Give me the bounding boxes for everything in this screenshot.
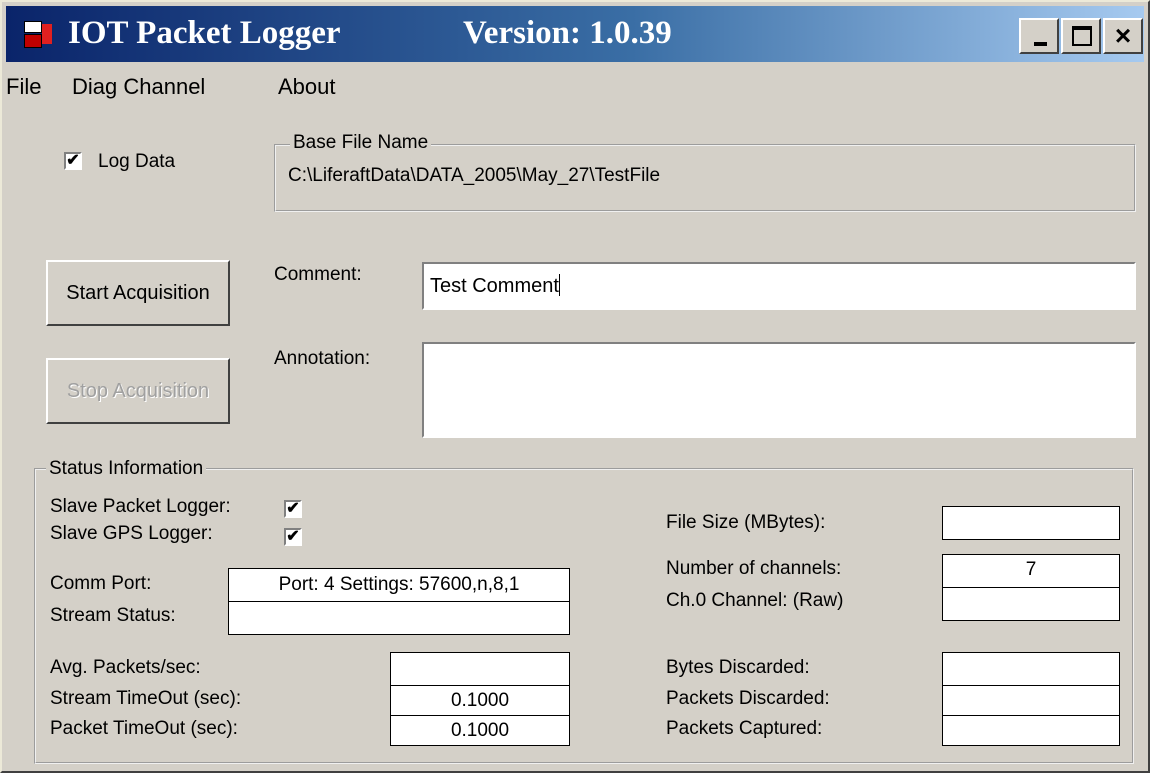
packet-timeout-label: Packet TimeOut (sec):	[50, 718, 238, 739]
text-caret	[558, 274, 560, 296]
slave-gps-logger-checkbox[interactable]: ✔	[284, 528, 302, 546]
bytes-discarded-label: Bytes Discarded:	[666, 657, 810, 678]
slave-packet-logger-label: Slave Packet Logger:	[50, 496, 231, 517]
stream-timeout-label: Stream TimeOut (sec):	[50, 688, 242, 709]
comment-label: Comment:	[274, 264, 362, 285]
menu-bar: File Diag Channel About	[6, 64, 1144, 104]
minimize-button[interactable]	[1019, 18, 1059, 54]
comment-input[interactable]: Test Comment	[422, 262, 1136, 310]
app-version: Version: 1.0.39	[463, 15, 672, 51]
comm-port-field: Port: 4 Settings: 57600,n,8,1	[228, 568, 570, 602]
stream-status-field	[228, 601, 570, 635]
avg-packets-field	[390, 652, 570, 686]
packets-discarded-field	[942, 685, 1120, 716]
packets-captured-field	[942, 715, 1120, 746]
annotation-label: Annotation:	[274, 348, 371, 369]
menu-about[interactable]: About	[278, 74, 336, 100]
base-file-title: Base File Name	[290, 132, 432, 154]
comm-port-label: Comm Port:	[50, 573, 152, 594]
avg-packets-label: Avg. Packets/sec:	[50, 657, 201, 678]
title-bar[interactable]: IOT Packet Logger Version: 1.0.39 ×	[6, 6, 1144, 62]
start-acquisition-button[interactable]: Start Acquisition	[46, 260, 230, 326]
ch0-channel-label: Ch.0 Channel: (Raw)	[666, 590, 844, 611]
comment-value: Test Comment	[430, 275, 559, 297]
file-size-field	[942, 506, 1120, 540]
bytes-discarded-field	[942, 652, 1120, 686]
file-size-label: File Size (MBytes):	[666, 512, 826, 533]
main-window: IOT Packet Logger Version: 1.0.39 × File…	[0, 0, 1150, 773]
base-file-path: C:\LiferaftData\DATA_2005\May_27\TestFil…	[288, 165, 661, 186]
packets-captured-label: Packets Captured:	[666, 718, 823, 739]
log-data-checkbox[interactable]: ✔	[64, 152, 82, 170]
app-icon[interactable]	[24, 21, 54, 48]
close-icon: ×	[1114, 20, 1132, 51]
slave-packet-logger-checkbox[interactable]: ✔	[284, 500, 302, 518]
stream-timeout-field: 0.1000	[390, 685, 570, 716]
log-data-label: Log Data	[98, 151, 176, 172]
stream-status-label: Stream Status:	[50, 605, 176, 626]
slave-gps-logger-label: Slave GPS Logger:	[50, 523, 213, 544]
stop-acquisition-button[interactable]: Stop Acquisition	[46, 358, 230, 424]
packets-discarded-label: Packets Discarded:	[666, 688, 830, 709]
status-title: Status Information	[46, 458, 207, 480]
menu-diag-channel[interactable]: Diag Channel	[72, 74, 205, 100]
app-title: IOT Packet Logger	[68, 15, 341, 51]
packet-timeout-field: 0.1000	[390, 715, 570, 746]
minimize-icon	[1034, 42, 1047, 46]
annotation-input[interactable]	[422, 342, 1136, 438]
ch0-channel-field	[942, 587, 1120, 621]
maximize-button[interactable]	[1061, 18, 1101, 54]
menu-file[interactable]: File	[6, 74, 41, 100]
num-channels-label: Number of channels:	[666, 558, 842, 579]
maximize-icon	[1072, 26, 1092, 46]
close-button[interactable]: ×	[1103, 18, 1143, 54]
num-channels-field: 7	[942, 554, 1120, 588]
